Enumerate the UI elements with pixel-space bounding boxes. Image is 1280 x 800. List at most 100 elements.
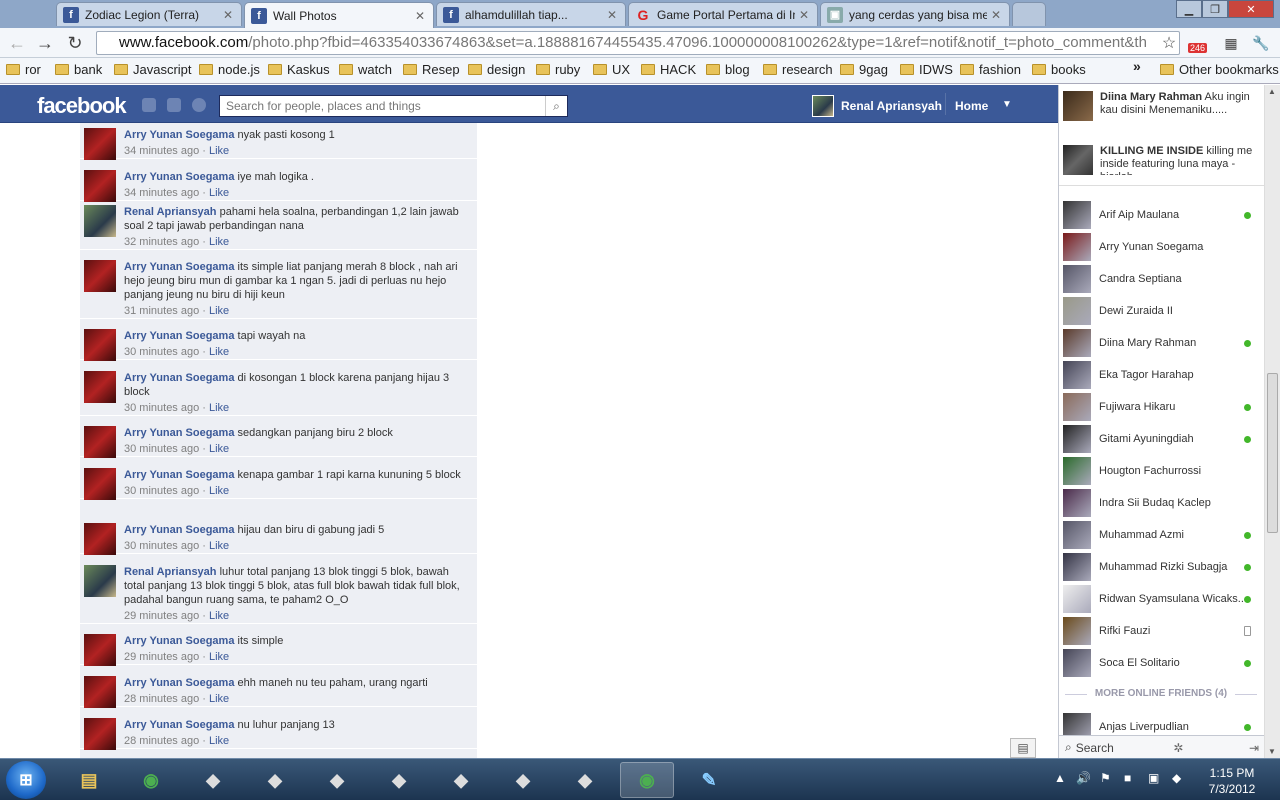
network-icon[interactable]: ▣ [1148, 771, 1159, 785]
gear-icon[interactable]: ✲ [1167, 741, 1189, 755]
taskbar-app-icon[interactable]: ◆ [186, 762, 240, 798]
like-link[interactable]: Like [209, 610, 229, 622]
facebook-logo[interactable]: facebook [37, 93, 127, 119]
taskbar-app-icon[interactable]: ◆ [434, 762, 488, 798]
comment-timestamp[interactable]: 31 minutes ago [124, 305, 199, 317]
comment-author-link[interactable]: Arry Yunan Soegama [124, 129, 234, 141]
messages-icon[interactable] [167, 98, 181, 112]
comment-timestamp[interactable]: 29 minutes ago [124, 610, 199, 622]
wrench-icon[interactable]: 🔧 [1250, 32, 1272, 54]
tray-app-icon[interactable]: ■ [1124, 771, 1131, 785]
bookmark-bank[interactable]: bank [55, 62, 102, 77]
chat-search-input[interactable]: ⌕ Search ✲ ⇥ [1059, 735, 1265, 759]
avatar[interactable] [84, 634, 116, 666]
bookmark-fashion[interactable]: fashion [960, 62, 1021, 77]
chat-friend-item[interactable]: Indra Sii Budaq Kaclep [1063, 489, 1259, 517]
comment-timestamp[interactable]: 30 minutes ago [124, 540, 199, 552]
chat-friend-item[interactable]: Soca El Solitario [1063, 649, 1259, 677]
chat-friend-item[interactable]: Ridwan Syamsulana Wicaks... [1063, 585, 1259, 613]
taskbar-app-icon[interactable]: ◆ [248, 762, 302, 798]
comment-author-link[interactable]: Renal Apriansyah [124, 206, 217, 218]
like-link[interactable]: Like [209, 443, 229, 455]
chat-friend-item[interactable]: Rifki Fauzi [1063, 617, 1259, 645]
minimize-icon[interactable]: ▁ [1176, 0, 1202, 18]
system-clock[interactable]: 1:15 PM 7/3/2012 [1192, 765, 1272, 797]
taskbar-chrome-icon[interactable]: ◉ [620, 762, 674, 798]
chat-friend-item[interactable]: Dewi Zuraida II [1063, 297, 1259, 325]
scroll-up-icon[interactable]: ▲ [1268, 87, 1276, 96]
account-menu-chevron-down-icon[interactable]: ▼ [1002, 99, 1012, 110]
address-bar[interactable]: www.facebook.com/photo.php?fbid=46335403… [96, 31, 1180, 55]
bookmark-books[interactable]: books [1032, 62, 1086, 77]
taskbar-paint-icon[interactable]: ✎ [682, 762, 736, 798]
comment-author-link[interactable]: Arry Yunan Soegama [124, 427, 234, 439]
bookmark-javascript[interactable]: Javascript [114, 62, 192, 77]
chat-friend-item[interactable]: Muhammad Azmi [1063, 521, 1259, 549]
like-link[interactable]: Like [209, 305, 229, 317]
avatar[interactable] [84, 128, 116, 160]
comment-timestamp[interactable]: 29 minutes ago [124, 651, 199, 663]
close-icon[interactable]: ✕ [607, 8, 619, 22]
avatar[interactable] [84, 426, 116, 458]
scrollbar-thumb[interactable] [1267, 373, 1278, 533]
bookmark-research[interactable]: research [763, 62, 833, 77]
star-icon[interactable]: ☆ [1158, 32, 1180, 54]
action-center-icon[interactable]: ⚑ [1100, 771, 1111, 785]
close-window-icon[interactable]: ✕ [1228, 0, 1274, 18]
avatar[interactable] [84, 170, 116, 202]
bookmarks-overflow-chevron[interactable]: » [1133, 58, 1141, 74]
comment-timestamp[interactable]: 34 minutes ago [124, 145, 199, 157]
bookmark-9gag[interactable]: 9gag [840, 62, 888, 77]
tab-game-portal[interactable]: G Game Portal Pertama di In... ✕ [628, 2, 818, 26]
taskbar-app-icon[interactable]: ◆ [558, 762, 612, 798]
avatar[interactable] [84, 718, 116, 750]
comment-timestamp[interactable]: 30 minutes ago [124, 443, 199, 455]
page-scrollbar[interactable]: ▲ ▼ [1264, 85, 1280, 758]
start-button[interactable]: ⊞ [6, 761, 46, 799]
comment-author-link[interactable]: Arry Yunan Soegama [124, 469, 234, 481]
extension-icon[interactable]: 246 [1188, 32, 1212, 54]
tab-wall-photos[interactable]: f Wall Photos ✕ [244, 2, 434, 28]
avatar[interactable] [84, 468, 116, 500]
comment-author-link[interactable]: Arry Yunan Soegama [124, 330, 234, 342]
avatar[interactable] [84, 260, 116, 292]
chat-friend-item[interactable]: Hougton Fachurrossi [1063, 457, 1259, 485]
bookmark-resep[interactable]: Resep [403, 62, 460, 77]
comment-author-link[interactable]: Arry Yunan Soegama [124, 171, 234, 183]
bookmark-ror[interactable]: ror [6, 62, 41, 77]
tab-yang-cerdas[interactable]: ▣ yang cerdas yang bisa men... ✕ [820, 2, 1010, 26]
bookmark-ux[interactable]: UX [593, 62, 630, 77]
comment-author-link[interactable]: Arry Yunan Soegama [124, 719, 234, 731]
comment-author-link[interactable]: Arry Yunan Soegama [124, 524, 234, 536]
bookmark-kaskus[interactable]: Kaskus [268, 62, 330, 77]
comment-author-link[interactable]: Arry Yunan Soegama [124, 635, 234, 647]
comment-author-link[interactable]: Arry Yunan Soegama [124, 677, 234, 689]
extension-icon[interactable]: ▦ [1220, 32, 1242, 54]
comment-author-link[interactable]: Arry Yunan Soegama [124, 261, 234, 273]
bookmark-watch[interactable]: watch [339, 62, 392, 77]
tray-expand-icon[interactable]: ▲ [1054, 771, 1066, 785]
comment-timestamp[interactable]: 30 minutes ago [124, 346, 199, 358]
bookmark-blog[interactable]: blog [706, 62, 750, 77]
chat-friend-item[interactable]: Fujiwara Hikaru [1063, 393, 1259, 421]
like-link[interactable]: Like [209, 485, 229, 497]
comment-timestamp[interactable]: 30 minutes ago [124, 485, 199, 497]
close-icon[interactable]: ✕ [415, 9, 427, 23]
bookmark-hack[interactable]: HACK [641, 62, 696, 77]
chat-friend-item[interactable]: Diina Mary Rahman [1063, 329, 1259, 357]
comment-author-link[interactable]: Renal Apriansyah [124, 566, 217, 578]
volume-icon[interactable]: 🔊 [1076, 771, 1091, 785]
forward-icon[interactable]: → [34, 32, 56, 54]
chat-friend-item[interactable]: Muhammad Rizki Subagja [1063, 553, 1259, 581]
bookmark-idws[interactable]: IDWS [900, 62, 953, 77]
facebook-search-input[interactable]: Search for people, places and things ⌕ [219, 95, 568, 117]
taskbar-chrome-icon[interactable]: ◉ [124, 762, 178, 798]
like-link[interactable]: Like [209, 693, 229, 705]
popout-icon[interactable]: ⇥ [1243, 741, 1265, 755]
comment-timestamp[interactable]: 28 minutes ago [124, 693, 199, 705]
profile-link[interactable]: Renal Apriansyah [812, 95, 942, 117]
back-icon[interactable]: ← [6, 32, 28, 54]
chat-friend-item[interactable]: Arry Yunan Soegama [1063, 233, 1259, 261]
avatar[interactable] [84, 371, 116, 403]
like-link[interactable]: Like [209, 735, 229, 747]
